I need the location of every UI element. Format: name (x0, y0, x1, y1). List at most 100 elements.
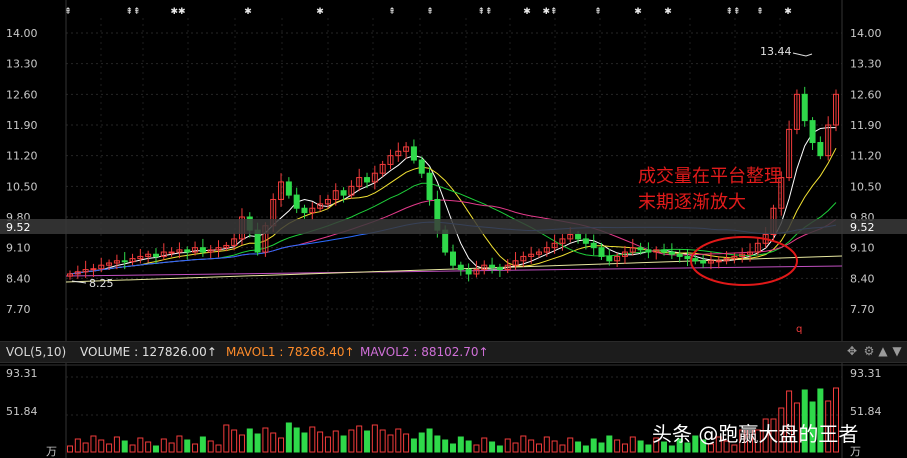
candle-body (715, 260, 722, 263)
candle-body (598, 247, 605, 257)
vol-tick-mid-left: 51.84 (6, 405, 38, 418)
price-tick-right: 12.60 (850, 88, 882, 101)
candle-body (152, 253, 159, 257)
volume-bar (403, 433, 410, 453)
volume-bar (176, 435, 183, 453)
indicator-name[interactable]: VOL(5,10) (6, 345, 66, 359)
price-tick-right: 14.00 (850, 27, 882, 40)
volume-bar (473, 444, 480, 453)
candle (793, 89, 800, 135)
candle (278, 173, 285, 207)
candle (457, 261, 464, 276)
event-marker: ⇞ (594, 7, 602, 17)
candle (590, 234, 597, 256)
volume-bar (496, 445, 503, 453)
volume-bar (317, 431, 324, 453)
volume-bar (356, 425, 363, 453)
candle (215, 240, 222, 258)
price-tick-right: 9.10 (850, 242, 875, 255)
vol-tick-high-right: 93.31 (850, 367, 882, 380)
volume-bar (426, 428, 433, 453)
volume-bar (395, 428, 402, 453)
volume-bar (160, 438, 167, 453)
volume-indicator-bar: VOL(5,10) VOLUME : 127826.00↑ MAVOL1 : 7… (0, 341, 907, 363)
event-marker: ✱ (664, 7, 672, 17)
candle-body (199, 247, 206, 253)
volume-bar (121, 440, 128, 453)
candle-body (168, 251, 175, 254)
candle-body (450, 251, 456, 266)
candle (293, 187, 300, 214)
arrow-up-icon[interactable]: ▲ (876, 344, 890, 358)
volume-bar (512, 442, 519, 453)
move-icon[interactable]: ✥ (845, 344, 859, 358)
volume-bar (629, 436, 636, 453)
candle-body (184, 249, 191, 253)
candle (356, 168, 363, 192)
volume-bar (340, 435, 347, 453)
kline-chart[interactable]: ⇞ ⇞⇞ ✱✱ ✱ ✱ ⇞ ⇞ ⇞⇞ ✱ ✱⇞ ⇞ ✱ ✱ ⇞⇞ ⇞ ✱ 14.0013.3012.6011.… (0, 0, 907, 458)
candle (137, 248, 144, 264)
volume-bar (621, 443, 628, 453)
event-marker: ✱ (784, 7, 792, 17)
candle (129, 253, 136, 266)
event-marker: ✱ (634, 7, 642, 17)
candle-body (121, 260, 128, 263)
ma120-line (65, 265, 843, 277)
candle (825, 116, 832, 161)
candle-body (801, 93, 808, 122)
event-marker: ✱ (316, 7, 324, 17)
volume-bar (278, 437, 285, 453)
volume-bar (457, 436, 464, 453)
current-price-left: 9.52 (6, 221, 31, 234)
volume-bar (262, 427, 269, 453)
candle (606, 248, 613, 266)
volume-bar (379, 429, 386, 453)
event-marker: ⇞ (388, 7, 396, 17)
candle-body (426, 172, 433, 200)
volume-bar (489, 441, 496, 453)
volume-bar (434, 435, 441, 453)
volume-bar (582, 445, 589, 453)
candle (535, 248, 542, 258)
candle-body (465, 269, 472, 275)
volume-bar (637, 440, 644, 453)
volume-bar (90, 435, 97, 453)
arrow-down-icon[interactable]: ▼ (890, 344, 904, 358)
event-marker: ⇞ (64, 7, 72, 17)
candle (684, 248, 691, 267)
event-marker: ✱ (244, 7, 252, 17)
candle-body (676, 253, 683, 257)
event-marker: ✱⇞ (542, 7, 557, 17)
candle (450, 244, 456, 271)
volume-bar (442, 439, 449, 453)
volume-bar (199, 436, 206, 453)
volume-bar (520, 435, 527, 453)
candle (551, 234, 558, 254)
candle (707, 252, 714, 270)
volume-bar (67, 445, 73, 453)
candle (754, 238, 761, 256)
candle (801, 86, 808, 127)
candle-body (90, 268, 97, 271)
event-markers: ⇞ ⇞⇞ ✱✱ ✱ ✱ ⇞ ⇞ ⇞⇞ ✱ ✱⇞ ⇞ ✱ ✱ ⇞⇞ ⇞ ✱ (64, 7, 792, 17)
volume-bar (82, 442, 89, 453)
signal-marker: q (796, 324, 802, 335)
volume-bar (270, 432, 277, 453)
candle (489, 257, 496, 274)
candle-body (489, 264, 496, 268)
volume-bar (74, 438, 81, 453)
gear-icon[interactable]: ⚙ (862, 344, 876, 358)
candle (715, 255, 722, 269)
high-label: 13.44 (760, 45, 792, 58)
price-tick-left: 13.30 (6, 58, 38, 71)
candle (481, 260, 488, 275)
volume-bar (481, 437, 488, 453)
volume-bar (309, 426, 316, 453)
candle-body (668, 251, 675, 255)
candle (817, 136, 824, 160)
candle-body (285, 181, 292, 196)
volume-bar (410, 438, 417, 453)
watermark: 头条 @跑赢大盘的王者 (652, 422, 859, 446)
volume-bar (192, 443, 199, 453)
